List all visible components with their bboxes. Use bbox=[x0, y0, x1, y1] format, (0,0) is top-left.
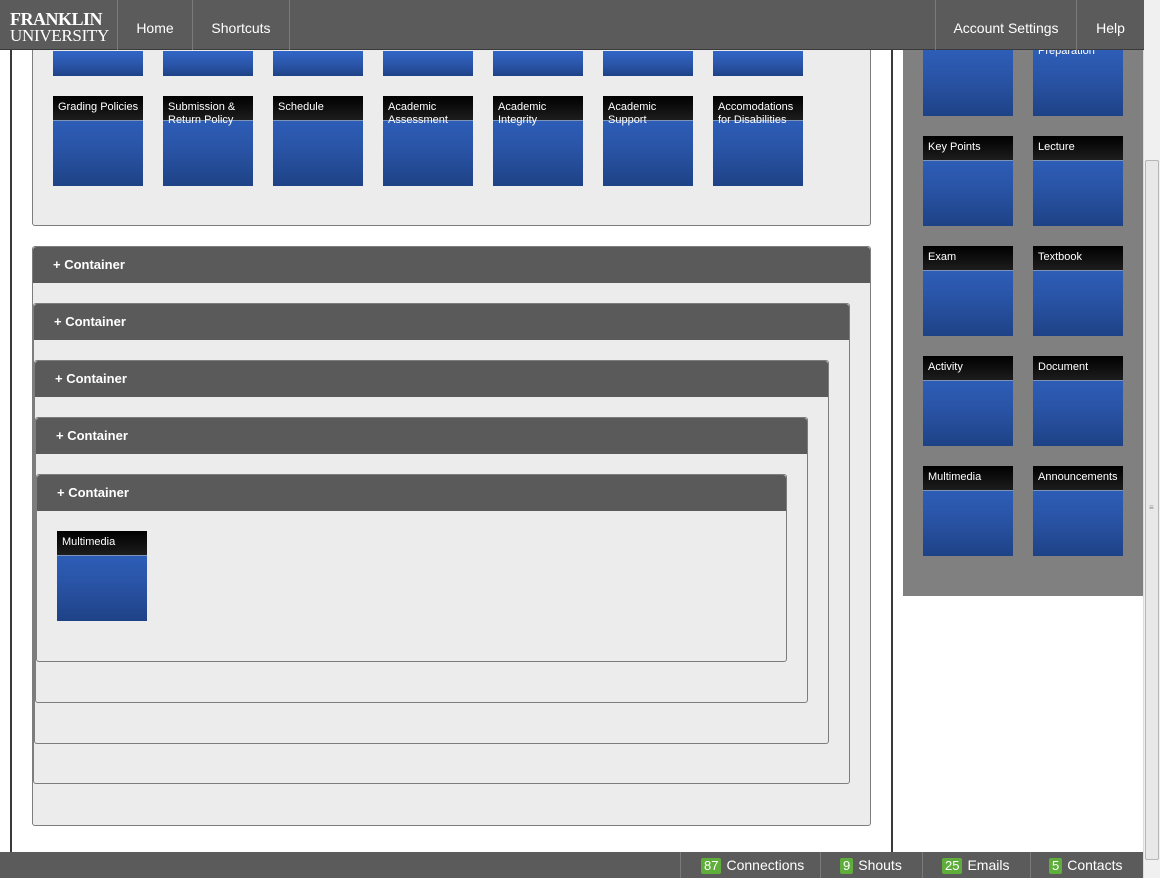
sidebar-tile-textbook[interactable]: Textbook bbox=[1033, 246, 1123, 336]
contacts-count-badge: 5 bbox=[1049, 858, 1063, 874]
tile-label: Activity bbox=[928, 361, 963, 373]
contacts-link[interactable]: 5 Contacts bbox=[1049, 852, 1122, 878]
nav-account-settings[interactable]: Account Settings bbox=[936, 0, 1076, 50]
tile-hidden-6[interactable] bbox=[603, 51, 693, 76]
tile-academic-assessment[interactable]: Academic Assessment bbox=[383, 96, 473, 186]
sidebar-tile-lecture[interactable]: Lecture bbox=[1033, 136, 1123, 226]
tile-label: Document bbox=[1038, 361, 1089, 373]
connections-label: Connections bbox=[726, 857, 805, 873]
container-header[interactable]: + Container bbox=[35, 361, 828, 397]
main-panel-left-border bbox=[10, 50, 12, 852]
page: Grading Policies Submission & Return Pol… bbox=[0, 0, 1160, 878]
tile-label: Lecture bbox=[1038, 141, 1075, 153]
container-header[interactable]: + Container bbox=[34, 304, 849, 340]
contacts-label: Contacts bbox=[1067, 857, 1123, 873]
container-toggle[interactable]: + Container bbox=[57, 475, 129, 511]
logo-line-2: UNIVERSITY bbox=[10, 26, 109, 45]
tile-hidden-4[interactable] bbox=[383, 51, 473, 76]
sidebar-tile-exam[interactable]: Exam bbox=[923, 246, 1013, 336]
tile-schedule[interactable]: Schedule bbox=[273, 96, 363, 186]
tile-label: Academic Assessment bbox=[388, 101, 448, 126]
vertical-scrollbar[interactable]: ≡ bbox=[1143, 0, 1160, 878]
scrollbar-thumb[interactable]: ≡ bbox=[1145, 160, 1159, 860]
tile-label: Textbook bbox=[1038, 251, 1083, 263]
tile-grading-policies[interactable]: Grading Policies bbox=[53, 96, 143, 186]
sidebar-tile-activity[interactable]: Activity bbox=[923, 356, 1013, 446]
shouts-link[interactable]: 9 Shouts bbox=[840, 852, 902, 878]
status-divider bbox=[820, 852, 821, 878]
container-toggle[interactable]: + Container bbox=[55, 361, 127, 397]
tile-hidden-1[interactable] bbox=[53, 51, 143, 76]
tile-accommodations-for-disabilities[interactable]: Accomodations for Disabilities bbox=[713, 96, 803, 186]
tile-academic-integrity[interactable]: Academic Integrity bbox=[493, 96, 583, 186]
tile-multimedia[interactable]: Multimedia bbox=[57, 531, 147, 621]
connections-count-badge: 87 bbox=[701, 858, 722, 874]
tile-label: Accomodations for Disabilities bbox=[718, 101, 794, 126]
tile-label: Multimedia bbox=[62, 536, 116, 548]
sidebar-tile-document[interactable]: Document bbox=[1033, 356, 1123, 446]
tile-label: Grading Policies bbox=[58, 101, 139, 113]
franklin-university-logo[interactable]: FRANKLIN UNIVERSITY bbox=[10, 10, 110, 45]
status-divider bbox=[1030, 852, 1031, 878]
sidebar-panel: Preparation Key Points Lecture Exam Text… bbox=[903, 26, 1143, 596]
tile-label: Exam bbox=[928, 251, 957, 263]
shouts-label: Shouts bbox=[858, 857, 902, 873]
tile-academic-support[interactable]: Academic Support bbox=[603, 96, 693, 186]
tile-hidden-5[interactable] bbox=[493, 51, 583, 76]
nav-divider bbox=[289, 0, 290, 50]
top-nav-bar: FRANKLIN UNIVERSITY Home Shortcuts Accou… bbox=[0, 0, 1144, 50]
tile-hidden-3[interactable] bbox=[273, 51, 363, 76]
container-level-5: + Container Multimedia bbox=[36, 474, 787, 662]
tile-label: Announcements bbox=[1038, 471, 1118, 483]
nav-help[interactable]: Help bbox=[1077, 0, 1144, 50]
sidebar-tile-announcements[interactable]: Announcements bbox=[1033, 466, 1123, 556]
sidebar-tile-key-points[interactable]: Key Points bbox=[923, 136, 1013, 226]
tile-label: Submission & Return Policy bbox=[168, 101, 236, 126]
tile-label: Key Points bbox=[928, 141, 981, 153]
shouts-count-badge: 9 bbox=[840, 858, 854, 874]
nav-shortcuts[interactable]: Shortcuts bbox=[193, 0, 289, 50]
emails-count-badge: 25 bbox=[942, 858, 963, 874]
emails-link[interactable]: 25 Emails bbox=[942, 852, 1009, 878]
sidebar-tile-multimedia[interactable]: Multimedia bbox=[923, 466, 1013, 556]
connections-link[interactable]: 87 Connections bbox=[701, 852, 804, 878]
container-toggle[interactable]: + Container bbox=[53, 247, 125, 283]
tile-hidden-7[interactable] bbox=[713, 51, 803, 76]
container-toggle[interactable]: + Container bbox=[56, 418, 128, 454]
container-box-top: Grading Policies Submission & Return Pol… bbox=[32, 20, 871, 226]
status-divider bbox=[680, 852, 681, 878]
tile-label: Academic Integrity bbox=[498, 101, 547, 126]
status-divider bbox=[922, 852, 923, 878]
tile-hidden-2[interactable] bbox=[163, 51, 253, 76]
container-header[interactable]: + Container bbox=[33, 247, 870, 283]
bottom-status-bar: 87 Connections 9 Shouts 25 Emails 5 Contacts bbox=[0, 852, 1144, 878]
tile-label: Multimedia bbox=[928, 471, 982, 483]
main-panel-right-border bbox=[891, 50, 893, 852]
tile-label: Academic Support bbox=[608, 101, 657, 126]
nav-home[interactable]: Home bbox=[118, 0, 192, 50]
emails-label: Emails bbox=[967, 857, 1010, 873]
container-toggle[interactable]: + Container bbox=[54, 304, 126, 340]
tile-submission-return-policy[interactable]: Submission & Return Policy bbox=[163, 96, 253, 186]
tile-label: Schedule bbox=[278, 101, 324, 113]
container-header[interactable]: + Container bbox=[36, 418, 807, 454]
container-header[interactable]: + Container bbox=[37, 475, 786, 511]
scrollbar-grip-icon: ≡ bbox=[1149, 503, 1154, 512]
